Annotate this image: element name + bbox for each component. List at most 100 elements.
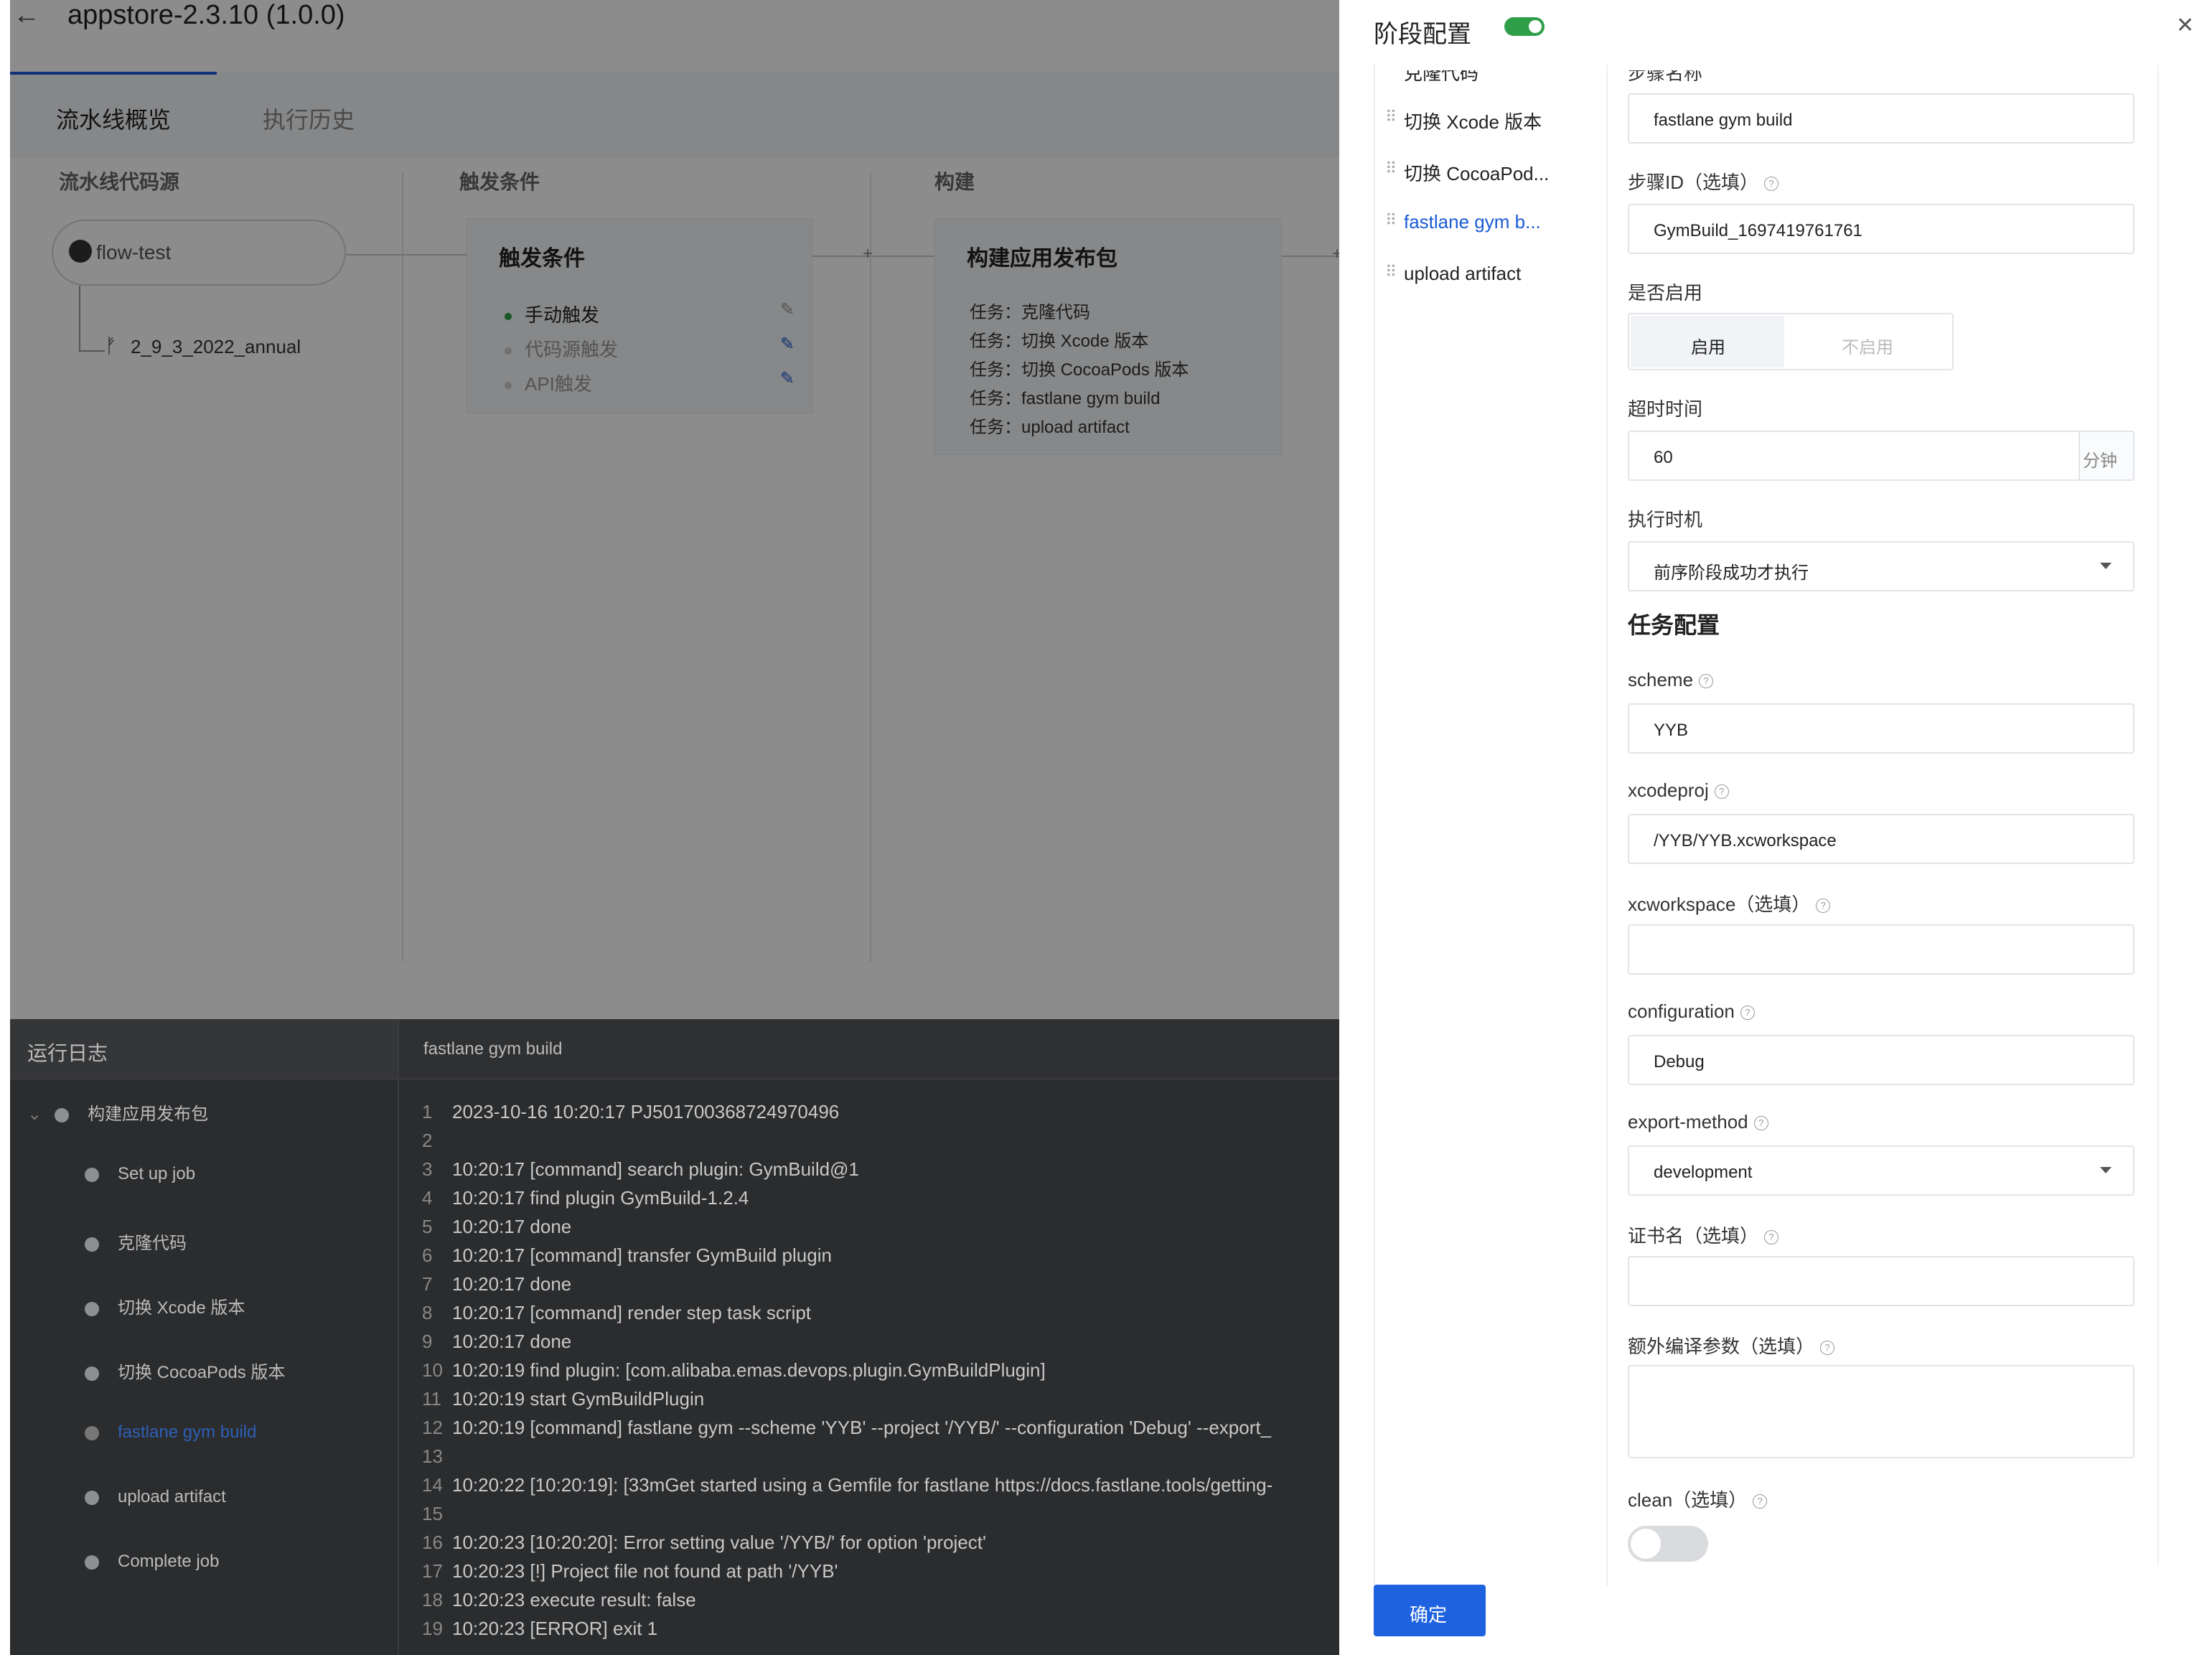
pending-icon — [85, 1555, 99, 1570]
nav-item-clone[interactable]: ⠿ 克隆代码 — [1404, 70, 1478, 85]
clean-label: clean（选填）? — [1628, 1486, 1768, 1512]
log-title: 运行日志 — [27, 1042, 108, 1064]
nav-item-upload[interactable]: ⠿ upload artifact — [1385, 263, 1521, 285]
enabled-on-option[interactable]: 启用 — [1631, 316, 1784, 367]
xcworkspace-label: xcworkspace（选填）? — [1628, 890, 1831, 916]
nav-item-fastlane[interactable]: ⠿ fastlane gym b... — [1385, 211, 1541, 233]
log-output: 1 2023-10-16 10:20:17 PJ50170036872497049… — [422, 1101, 1273, 1646]
error-icon — [85, 1425, 99, 1440]
stage-enable-toggle[interactable] — [1504, 17, 1545, 36]
modal-overlay[interactable] — [0, 0, 1339, 1019]
scheme-input[interactable]: YYB — [1628, 703, 2134, 754]
form-border — [2157, 65, 2159, 1565]
cert-input[interactable] — [1628, 1256, 2134, 1306]
log-step[interactable]: Set up job — [85, 1164, 195, 1184]
log-header: 运行日志 — [10, 1019, 398, 1079]
help-icon[interactable]: ? — [1714, 784, 1729, 800]
chevron-down-icon: ⌄ — [27, 1105, 42, 1124]
enabled-segmented: 启用 不启用 — [1628, 313, 1954, 370]
log-group[interactable]: ⌄ 构建应用发布包 — [27, 1100, 208, 1125]
log-line: 15 — [422, 1503, 443, 1524]
log-current-step: fastlane gym build — [423, 1039, 563, 1059]
timeout-input[interactable]: 60 分钟 — [1628, 431, 2134, 481]
step-name-input[interactable]: fastlane gym build — [1628, 93, 2134, 144]
log-step[interactable]: 切换 CocoaPods 版本 — [85, 1358, 285, 1383]
help-icon[interactable]: ? — [1820, 1341, 1835, 1356]
extra-args-label: 额外编译参数（选填）? — [1628, 1332, 1835, 1359]
log-divider — [398, 1019, 399, 1655]
window-edge — [0, 0, 10, 1655]
help-icon[interactable]: ? — [1764, 1230, 1779, 1245]
log-line: 2 — [422, 1130, 433, 1151]
export-method-label: export-method? — [1628, 1111, 1768, 1133]
configuration-input[interactable]: Debug — [1628, 1035, 2134, 1085]
log-line: 8 10:20:17 [command] render step task scr… — [422, 1302, 812, 1323]
configuration-label: configuration? — [1628, 1000, 1755, 1023]
step-id-label: 步骤ID（选填）? — [1628, 168, 1779, 194]
task-section-title: 任务配置 — [1628, 612, 1720, 638]
log-line: 19 10:20:23 [ERROR] exit 1 — [422, 1618, 658, 1639]
log-line: 12 10:20:19 [command] fastlane gym --sche… — [422, 1417, 1272, 1438]
check-icon — [85, 1301, 99, 1316]
drag-handle-icon[interactable]: ⠿ — [1385, 108, 1397, 126]
log-line: 17 10:20:23 [!] Project file not found at… — [422, 1560, 838, 1582]
drawer-title: 阶段配置 — [1374, 21, 1471, 48]
log-step[interactable]: 克隆代码 — [85, 1229, 187, 1254]
drag-handle-icon[interactable]: ⠿ — [1385, 59, 1397, 78]
timeout-label: 超时时间 — [1628, 398, 1703, 420]
nav-item-xcode[interactable]: ⠿ 切换 Xcode 版本 — [1385, 108, 1542, 134]
pending-icon — [85, 1490, 99, 1505]
log-step-header: fastlane gym build — [399, 1019, 1339, 1079]
xcodeproj-input[interactable]: /YYB/YYB.xcworkspace — [1628, 814, 2134, 864]
confirm-button[interactable]: 确定 — [1374, 1585, 1486, 1636]
check-icon — [85, 1167, 99, 1182]
help-icon[interactable]: ? — [1699, 674, 1714, 689]
drag-handle-icon[interactable]: ⠿ — [1385, 211, 1397, 230]
extra-args-textarea[interactable] — [1628, 1365, 2134, 1458]
log-step[interactable]: 切换 Xcode 版本 — [85, 1293, 245, 1318]
log-line: 16 10:20:23 [10:20:20]: Error setting val… — [422, 1532, 986, 1553]
help-icon[interactable]: ? — [1764, 177, 1779, 192]
xcworkspace-input[interactable] — [1628, 924, 2134, 975]
log-line: 18 10:20:23 execute result: false — [422, 1589, 696, 1611]
enabled-label: 是否启用 — [1628, 282, 1703, 304]
log-step-active[interactable]: fastlane gym build — [85, 1422, 256, 1443]
log-line: 5 10:20:17 done — [422, 1216, 572, 1237]
cert-label: 证书名（选填）? — [1628, 1222, 1779, 1248]
help-icon[interactable]: ? — [1753, 1116, 1768, 1131]
help-icon[interactable]: ? — [1740, 1005, 1755, 1021]
drag-handle-icon[interactable]: ⠿ — [1385, 159, 1397, 178]
clean-toggle[interactable] — [1628, 1526, 1708, 1562]
log-panel: 运行日志 fastlane gym build ⌄ 构建应用发布包 Set up … — [10, 1019, 1339, 1655]
log-line: 9 10:20:17 done — [422, 1331, 572, 1352]
xcodeproj-label: xcodeproj? — [1628, 779, 1729, 802]
caret-down-icon — [2100, 1167, 2112, 1173]
step-id-input[interactable]: GymBuild_1697419761761 — [1628, 204, 2134, 254]
help-icon[interactable]: ? — [1816, 899, 1831, 914]
scheme-label: scheme? — [1628, 669, 1714, 691]
nav-item-cocoapods[interactable]: ⠿ 切换 CocoaPod... — [1385, 159, 1549, 186]
export-method-select[interactable]: development — [1628, 1145, 2134, 1196]
exec-label: 执行时机 — [1628, 509, 1703, 530]
check-icon — [85, 1366, 99, 1381]
log-step[interactable]: upload artifact — [85, 1487, 226, 1507]
caret-down-icon — [2100, 563, 2112, 569]
log-line: 7 10:20:17 done — [422, 1273, 572, 1295]
close-icon[interactable]: ✕ — [2176, 13, 2194, 38]
log-line: 13 — [422, 1445, 443, 1467]
log-line: 3 10:20:17 [command] search plugin: GymBu… — [422, 1158, 859, 1180]
timeout-unit: 分钟 — [2079, 432, 2133, 479]
status-icon — [55, 1107, 70, 1122]
help-icon[interactable]: ? — [1753, 1494, 1768, 1509]
step-name-label: 步骤名称 — [1628, 62, 1703, 84]
stage-config-drawer: 阶段配置 ✕ ⠿ 克隆代码 ⠿ 切换 Xcode 版本 ⠿ 切换 CocoaPod..… — [1339, 0, 2212, 1655]
check-icon — [85, 1237, 99, 1252]
log-line: 10 10:20:19 find plugin: [com.alibaba.ema… — [422, 1359, 1046, 1381]
log-line: 6 10:20:17 [command] transfer GymBuild pl… — [422, 1244, 832, 1266]
log-step[interactable]: Complete job — [85, 1552, 219, 1572]
exec-select[interactable]: 前序阶段成功才执行 — [1628, 541, 2134, 591]
log-line: 14 10:20:22 [10:20:19]: [33mGet started u… — [422, 1474, 1273, 1496]
log-line: 4 10:20:17 find plugin GymBuild-1.2.4 — [422, 1187, 749, 1209]
log-line: 11 10:20:19 start GymBuildPlugin — [422, 1388, 705, 1410]
drag-handle-icon[interactable]: ⠿ — [1385, 263, 1397, 281]
